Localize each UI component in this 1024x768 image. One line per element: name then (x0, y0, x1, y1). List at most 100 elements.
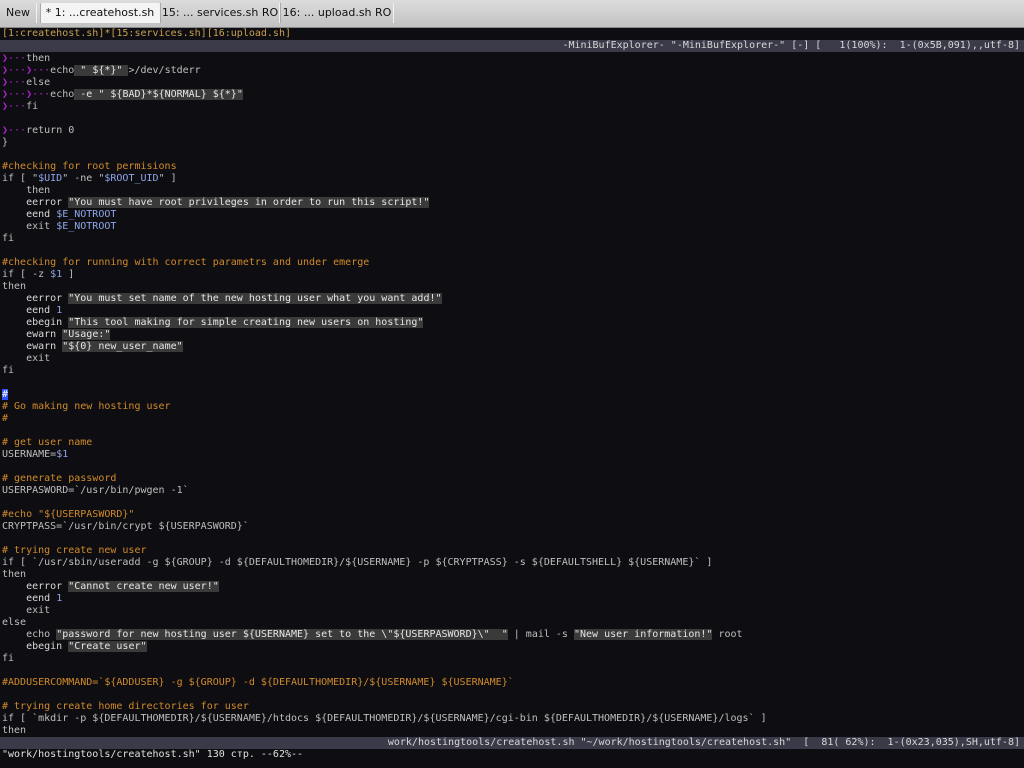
code-token: echo (2, 629, 57, 640)
code-line[interactable]: # generate password (2, 473, 116, 485)
new-tab-button[interactable]: New (0, 3, 37, 23)
code-line[interactable]: if [ -z $1 ] (2, 269, 74, 281)
code-line[interactable]: if [ `/usr/sbin/useradd -g ${GROUP} -d $… (2, 557, 712, 569)
code-token: fi (2, 233, 15, 244)
code-line[interactable]: ewarn "${0} new_user_name" (2, 341, 183, 353)
code-line[interactable]: } (2, 137, 8, 149)
code-line[interactable]: fi (2, 365, 14, 377)
code-line[interactable]: ❯···else (2, 77, 50, 89)
code-line[interactable]: ewarn "Usage:" (2, 329, 111, 341)
main-status-line: work/hostingtools/createhost.sh "~/work/… (0, 737, 1024, 749)
code-line[interactable]: #checking for running with correct param… (2, 257, 369, 269)
code-line[interactable]: if [ `mkdir -p ${DEFAULTHOMEDIR}/${USERN… (2, 713, 767, 725)
code-line[interactable]: USERPASWORD=`/usr/bin/pwgen -1` (2, 485, 189, 497)
code-line[interactable]: #ADDUSERCOMMAND=`${ADDUSER} -g ${GROUP} … (2, 677, 514, 689)
code-token: ❯··· (2, 77, 27, 88)
code-line[interactable]: eerror "You must have root privileges in… (2, 197, 430, 209)
code-line[interactable]: # (2, 413, 8, 425)
code-line[interactable]: # trying create home directories for use… (2, 701, 249, 713)
code-token: exit (2, 353, 51, 364)
code-line[interactable]: ebegin "Create user" (2, 641, 147, 653)
code-line[interactable]: then (2, 185, 50, 197)
code-token: "This tool making for simple creating ne… (68, 317, 424, 328)
tab-services[interactable]: 15: ... services.sh RO (160, 3, 280, 23)
code-token: else (26, 77, 51, 88)
code-line[interactable]: if [ "$UID" -ne "$ROOT_UID" ] (2, 173, 177, 185)
code-token: # generate password (2, 473, 117, 484)
code-token: eend (2, 305, 57, 316)
code-token: ebegin (2, 641, 69, 652)
code-line[interactable]: eerror "Cannot create new user!" (2, 581, 219, 593)
code-line[interactable]: ❯···❯···echo " ${*}" >/dev/stderr (2, 65, 201, 77)
code-line[interactable]: #checking for root permisions (2, 161, 177, 173)
code-token: fi (2, 365, 15, 376)
code-line[interactable]: eend 1 (2, 593, 62, 605)
code-line[interactable]: then (2, 281, 26, 293)
code-line[interactable]: #echo "${USERPASWORD}" (2, 509, 134, 521)
code-token: -e (74, 89, 99, 100)
code-token: echo (50, 65, 75, 76)
code-line[interactable]: # get user name (2, 437, 92, 449)
code-token: USERNAME= (2, 449, 57, 460)
code-token: eend (2, 593, 57, 604)
code-token: "password for new hosting user ${USERNAM… (56, 629, 508, 640)
code-token: } (2, 137, 9, 148)
code-token: exit (2, 605, 51, 616)
code-token: "${0} new_user_name" (62, 341, 183, 352)
code-line[interactable]: then (2, 725, 26, 737)
code-line[interactable]: ebegin "This tool making for simple crea… (2, 317, 424, 329)
code-token: #echo "${USERPASWORD}" (2, 509, 135, 520)
code-line[interactable]: # Go making new hosting user (2, 401, 171, 413)
code-token: if [ `/usr/sbin/useradd -g ${GROUP} -d $… (2, 557, 713, 568)
code-line[interactable]: ❯···❯···echo -e " ${BAD}*${NORMAL} ${*}" (2, 89, 243, 101)
code-token: # get user name (2, 437, 93, 448)
code-token: CRYPTPASS=`/usr/bin/crypt ${USERPASWORD}… (2, 521, 249, 532)
tab-upload[interactable]: 16: ... upload.sh RO (280, 3, 394, 23)
code-token: fi (2, 653, 15, 664)
code-token: "Usage:" (62, 329, 111, 340)
code-line[interactable]: # trying create new user (2, 545, 147, 557)
tab-createhost[interactable]: * 1: ...createhost.sh (40, 3, 160, 23)
code-token: then (2, 725, 27, 736)
code-line[interactable]: USERNAME=$1 (2, 449, 68, 461)
code-line[interactable]: eend $E_NOTROOT (2, 209, 116, 221)
code-line[interactable]: # (2, 389, 9, 401)
code-token: eend (2, 209, 57, 220)
command-line[interactable]: "work/hostingtools/createhost.sh" 130 ст… (2, 749, 303, 761)
code-line[interactable]: else (2, 617, 26, 629)
code-line[interactable]: exit $E_NOTROOT (2, 221, 116, 233)
code-token: # (2, 413, 9, 424)
code-token: " ${BAD}*${NORMAL} ${*}" (98, 89, 243, 100)
code-token: $1 (50, 269, 63, 280)
code-token: 1 (56, 593, 63, 604)
code-token: then (2, 185, 51, 196)
code-token: if [ " (2, 173, 39, 184)
code-token: # Go making new hosting user (2, 401, 171, 412)
code-line[interactable]: then (2, 569, 26, 581)
code-token: ewarn (2, 329, 63, 340)
code-token: ewarn (2, 341, 63, 352)
code-line[interactable]: CRYPTPASS=`/usr/bin/crypt ${USERPASWORD}… (2, 521, 249, 533)
buffer-list[interactable]: [1:createhost.sh]*[15:services.sh][16:up… (2, 28, 291, 40)
code-line[interactable]: fi (2, 233, 14, 245)
code-line[interactable]: echo "password for new hosting user ${US… (2, 629, 743, 641)
code-line[interactable]: exit (2, 353, 50, 365)
code-token: "You must set name of the new hosting us… (68, 293, 442, 304)
code-token: ] (62, 269, 75, 280)
code-token: fi (26, 101, 39, 112)
vim-editor[interactable]: [1:createhost.sh]*[15:services.sh][16:up… (0, 28, 1024, 768)
code-line[interactable]: fi (2, 653, 14, 665)
code-line[interactable]: eend 1 (2, 305, 62, 317)
code-line[interactable]: exit (2, 605, 50, 617)
code-line[interactable]: ❯···then (2, 53, 50, 65)
code-token: USERPASWORD=`/usr/bin/pwgen -1` (2, 485, 189, 496)
code-token: $UID (38, 173, 63, 184)
code-line[interactable]: ❯···fi (2, 101, 38, 113)
code-token: return 0 (26, 125, 75, 136)
code-line[interactable]: ❯···return 0 (2, 125, 74, 137)
code-token: if [ -z (2, 269, 51, 280)
code-token: 1 (56, 305, 63, 316)
code-token: eerror (2, 197, 69, 208)
code-token: $E_NOTROOT (56, 209, 117, 220)
code-line[interactable]: eerror "You must set name of the new hos… (2, 293, 442, 305)
